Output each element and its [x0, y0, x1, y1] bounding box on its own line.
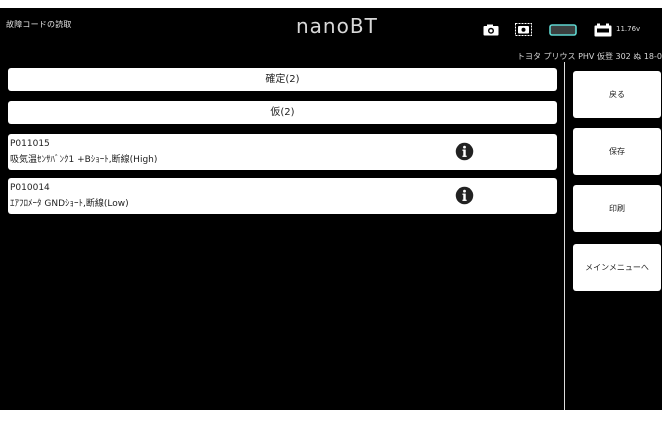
info-icon[interactable] [455, 142, 474, 161]
dtc-code: P011015 [10, 139, 50, 149]
info-icon[interactable] [455, 186, 474, 205]
confirmed-group-bar[interactable]: 確定(2) [8, 68, 557, 91]
panel-divider [564, 62, 565, 410]
back-button[interactable]: 戻る [573, 71, 661, 118]
print-button[interactable]: 印刷 [573, 185, 661, 232]
pending-group-bar[interactable]: 仮(2) [8, 101, 557, 124]
bottom-border [0, 410, 662, 423]
connection-icon [549, 24, 577, 36]
brand-logo: nanoBT [296, 14, 378, 38]
dtc-row[interactable]: P011015 吸気温ｾﾝｻﾊﾞﾝｸ1 +Bｼｮｰﾄ,断線(High) [8, 134, 557, 170]
screen-title: 故障コードの読取 [6, 20, 72, 29]
main-menu-button[interactable]: メインメニューへ [573, 244, 661, 291]
screenshot-icon[interactable] [515, 23, 532, 36]
save-button[interactable]: 保存 [573, 128, 661, 175]
camera-icon[interactable] [483, 24, 499, 36]
top-border [0, 0, 662, 8]
battery-voltage: 11.76v [616, 25, 641, 33]
dtc-row[interactable]: P010014 ｴｱﾌﾛﾒｰﾀ GNDｼｮｰﾄ,断線(Low) [8, 178, 557, 214]
battery-icon [594, 23, 612, 37]
dtc-code: P010014 [10, 183, 50, 193]
dtc-description: 吸気温ｾﾝｻﾊﾞﾝｸ1 +Bｼｮｰﾄ,断線(High) [10, 155, 158, 165]
dtc-description: ｴｱﾌﾛﾒｰﾀ GNDｼｮｰﾄ,断線(Low) [10, 199, 129, 209]
